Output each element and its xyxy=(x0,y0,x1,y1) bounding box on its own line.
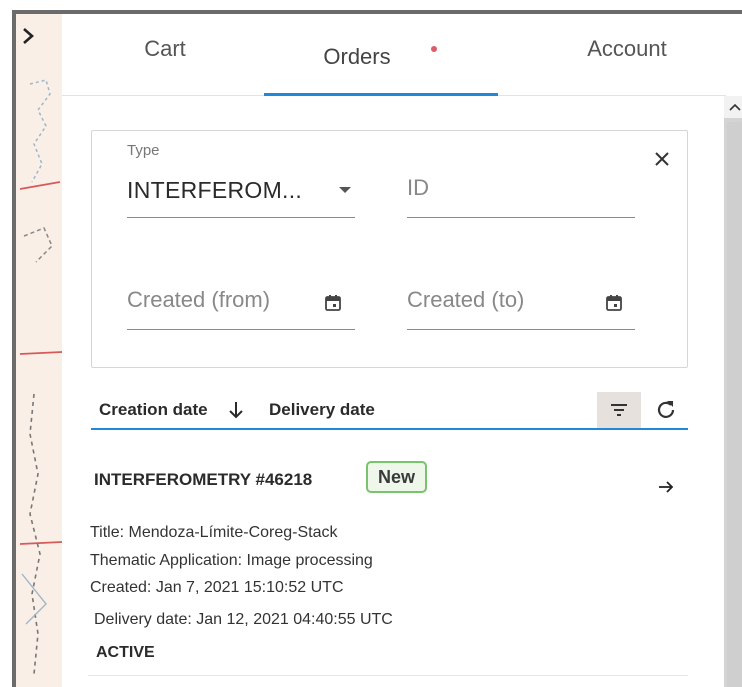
order-list-item[interactable]: INTERFEROMETRY #46218 New Title: Mendoza… xyxy=(88,450,688,676)
refresh-icon[interactable] xyxy=(654,398,678,422)
tab-account[interactable]: Account xyxy=(562,14,692,90)
scroll-up-button[interactable] xyxy=(724,96,742,118)
type-field-underline xyxy=(127,217,355,218)
created-to-input[interactable]: Created (to) xyxy=(407,287,524,313)
tab-orders-label: Orders xyxy=(323,44,391,69)
calendar-icon[interactable] xyxy=(324,294,342,312)
filter-icon xyxy=(611,404,627,416)
id-field-underline xyxy=(407,217,635,218)
scrollbar-thumb[interactable] xyxy=(727,122,742,687)
arrow-down-icon[interactable] xyxy=(228,401,244,419)
chevron-right-icon xyxy=(23,28,34,44)
tab-orders[interactable]: Orders xyxy=(264,16,496,98)
order-detail-title: Title: Mendoza-Límite-Coreg-Stack xyxy=(90,524,338,541)
sort-toolbar: Creation date Delivery date xyxy=(91,392,688,430)
id-input[interactable]: ID xyxy=(407,175,429,201)
tab-cart[interactable]: Cart xyxy=(110,14,220,90)
order-status: ACTIVE xyxy=(96,644,155,661)
close-icon[interactable] xyxy=(650,147,674,171)
caret-down-icon[interactable] xyxy=(337,185,353,195)
created-from-input[interactable]: Created (from) xyxy=(127,287,270,313)
tab-account-label: Account xyxy=(587,36,667,61)
order-detail-delivery: Delivery date: Jan 12, 2021 04:40:55 UTC xyxy=(94,611,393,628)
sort-delivery-date[interactable]: Delivery date xyxy=(269,400,375,420)
filter-toggle-button[interactable] xyxy=(597,392,641,428)
order-detail-application: Thematic Application: Image processing xyxy=(90,552,373,569)
arrow-right-icon[interactable] xyxy=(658,480,674,494)
calendar-icon[interactable] xyxy=(605,294,623,312)
map-background xyxy=(19,79,62,675)
side-panel: Cart Orders Account Type INTERFEROM... I… xyxy=(62,14,742,687)
filter-panel: Type INTERFEROM... ID Created (from) Cre… xyxy=(91,130,688,368)
collapse-panel-button[interactable] xyxy=(22,28,50,58)
sort-creation-date[interactable]: Creation date xyxy=(99,400,208,420)
order-detail-created: Created: Jan 7, 2021 15:10:52 UTC xyxy=(90,579,344,596)
app-window: Cart Orders Account Type INTERFEROM... I… xyxy=(12,10,742,687)
created-from-underline xyxy=(127,329,355,330)
tab-bar: Cart Orders Account xyxy=(62,14,726,96)
type-select[interactable]: INTERFEROM... xyxy=(127,177,302,204)
tab-cart-label: Cart xyxy=(144,36,186,61)
created-to-underline xyxy=(407,329,635,330)
type-field-label: Type xyxy=(127,142,160,159)
notification-dot xyxy=(430,46,437,52)
map-view-strip[interactable] xyxy=(16,14,62,687)
order-title: INTERFEROMETRY #46218 xyxy=(94,470,313,489)
status-badge: New xyxy=(366,461,428,493)
active-tab-indicator xyxy=(264,93,498,96)
chevron-up-icon xyxy=(729,103,741,111)
vertical-scrollbar[interactable] xyxy=(724,96,742,687)
